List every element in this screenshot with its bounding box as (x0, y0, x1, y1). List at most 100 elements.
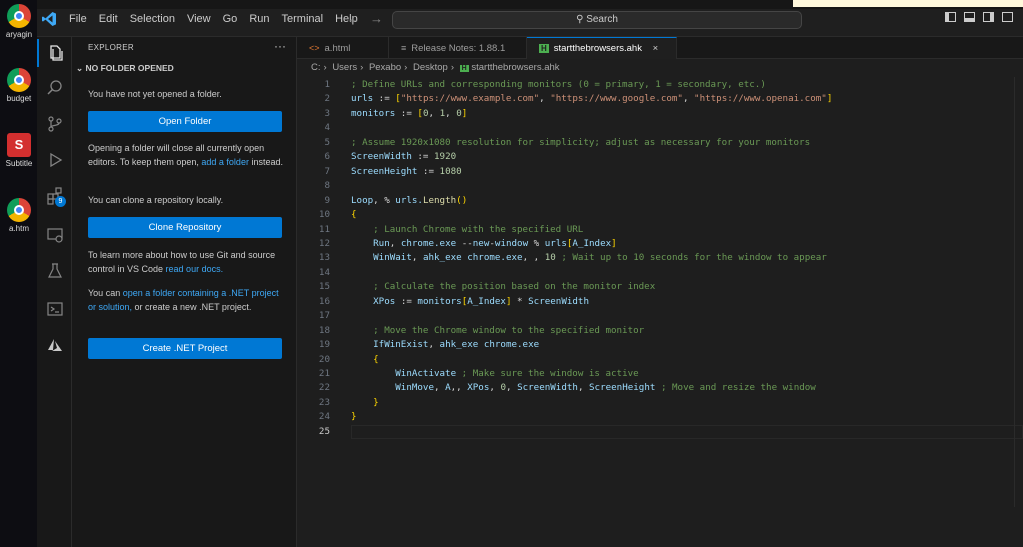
code-line[interactable]: IfWinExist, ahk_exe chrome.exe (351, 339, 539, 350)
menu-go[interactable]: Go (217, 13, 244, 25)
desktop-icon-label: a.htm (8, 224, 29, 233)
desktop-icon-subtitle[interactable]: S Subtitle (2, 133, 36, 168)
menu-edit[interactable]: Edit (93, 13, 124, 25)
subtitle-app-icon: S (7, 133, 31, 157)
ahk-file-icon: H (539, 44, 549, 53)
line-number: 19 (318, 339, 330, 351)
code-line[interactable]: Loop, % urls.Length() (351, 195, 467, 206)
menu-run[interactable]: Run (243, 13, 275, 25)
breadcrumb-item[interactable]: startthebrowsers.ahk (471, 62, 559, 73)
terminal-icon[interactable] (37, 295, 72, 323)
desktop-icon-label: budget (6, 94, 32, 103)
azure-icon[interactable] (37, 331, 72, 359)
tab-label: Release Notes: 1.88.1 (411, 43, 506, 54)
line-number: 3 (324, 107, 330, 119)
search-icon[interactable] (37, 74, 72, 102)
line-number: 14 (318, 266, 330, 278)
menu-view[interactable]: View (181, 13, 217, 25)
code-line[interactable]: Run, chrome.exe --new-window % urls[A_In… (351, 238, 617, 249)
title-bar: File Edit Selection View Go Run Terminal… (37, 0, 1023, 37)
code-line[interactable]: monitors := [0, 1, 0] (351, 108, 467, 119)
more-actions-icon[interactable]: ··· (274, 39, 286, 53)
desktop-icon-label: aryagin (5, 30, 33, 39)
line-number: 8 (324, 180, 330, 192)
line-number: 6 (324, 151, 330, 163)
git-info-text: To learn more about how to use Git and s… (88, 248, 288, 276)
code-line[interactable]: ScreenHeight := 1080 (351, 166, 462, 177)
code-line[interactable]: } (351, 397, 379, 408)
command-search-box[interactable]: ⚲ Search (392, 11, 802, 29)
close-editors-text: Opening a folder will close all currentl… (88, 141, 288, 169)
chrome-icon (7, 4, 31, 28)
code-line[interactable]: { (351, 354, 379, 365)
close-text-suffix: instead. (248, 157, 283, 167)
open-folder-button[interactable]: Open Folder (88, 111, 282, 132)
breadcrumb: C: › Users › Pexabo › Desktop › H startthebr… (311, 62, 560, 73)
menu-bar: File Edit Selection View Go Run Terminal… (63, 13, 364, 25)
code-line[interactable]: } (351, 411, 357, 422)
dotnet-text-prefix: You can (88, 288, 123, 298)
line-number: 20 (318, 353, 330, 365)
back-arrow-icon[interactable]: ← (347, 11, 360, 26)
line-number: 23 (318, 396, 330, 408)
source-control-icon[interactable] (37, 110, 72, 138)
desktop-icon-aryagin[interactable]: aryagin (2, 4, 36, 39)
document-icon: ≡ (401, 43, 407, 53)
tab-startthebrowsers-ahk[interactable]: Hstartthebrowsers.ahk × (527, 37, 677, 59)
create-dotnet-project-button[interactable]: Create .NET Project (88, 338, 282, 359)
remote-explorer-icon[interactable] (37, 221, 72, 249)
read-docs-link[interactable]: read our docs. (166, 264, 224, 274)
code-line[interactable]: ScreenWidth := 1920 (351, 151, 456, 162)
code-line[interactable]: { (351, 209, 357, 220)
line-number: 4 (324, 122, 330, 134)
testing-icon[interactable] (37, 257, 72, 285)
line-number: 5 (324, 136, 330, 148)
extensions-badge: 9 (55, 196, 66, 207)
menu-file[interactable]: File (63, 13, 93, 25)
section-title: NO FOLDER OPENED (85, 63, 174, 73)
toggle-sidebar-icon[interactable] (945, 12, 956, 22)
editor-scrollbar[interactable] (1014, 77, 1023, 507)
code-line[interactable]: ; Launch Chrome with the specified URL (351, 224, 583, 235)
desktop-icon-label: Subtitle (5, 159, 33, 168)
tab-a-html[interactable]: <> a.html (297, 37, 389, 59)
tab-release-notes[interactable]: ≡ Release Notes: 1.88.1 (389, 37, 527, 59)
breadcrumb-item[interactable]: Pexabo (369, 62, 401, 73)
code-line[interactable]: XPos := monitors[A_Index] * ScreenWidth (351, 296, 589, 307)
code-line[interactable]: WinMove, A,, XPos, 0, ScreenWidth, Scree… (351, 382, 816, 393)
customize-layout-icon[interactable] (1002, 12, 1013, 22)
run-and-debug-icon[interactable] (37, 146, 72, 174)
toggle-secondary-sidebar-icon[interactable] (983, 12, 994, 22)
desktop-icon-ahtml[interactable]: a.htm (2, 198, 36, 233)
breadcrumb-item[interactable]: C: (311, 62, 321, 73)
clone-repository-button[interactable]: Clone Repository (88, 217, 282, 238)
add-folder-link[interactable]: add a folder (201, 157, 249, 167)
no-folder-section-header[interactable]: ⌄ NO FOLDER OPENED (76, 63, 174, 74)
code-line[interactable]: ; Calculate the position based on the mo… (351, 281, 655, 292)
menu-selection[interactable]: Selection (124, 13, 181, 25)
search-icon: ⚲ (576, 14, 584, 25)
explorer-sidebar: EXPLORER ··· ⌄ NO FOLDER OPENED You have… (72, 37, 297, 547)
breadcrumb-item[interactable]: Desktop (413, 62, 448, 73)
close-icon[interactable]: × (653, 43, 659, 54)
desktop-icon-budget[interactable]: budget (2, 68, 36, 103)
desktop-strip: aryagin budget S Subtitle a.htm (0, 0, 37, 547)
activity-bar: 9 (37, 37, 72, 547)
menu-terminal[interactable]: Terminal (276, 13, 330, 25)
code-line[interactable]: WinActivate ; Make sure the window is ac… (351, 368, 638, 379)
code-line[interactable]: WinWait, ahk_exe chrome.exe, , 10 ; Wait… (351, 252, 827, 263)
code-line[interactable]: ; Define URLs and corresponding monitors… (351, 79, 766, 90)
forward-arrow-icon[interactable]: → (370, 11, 383, 26)
code-editor[interactable]: 1 ; Define URLs and corresponding monitor… (297, 77, 1023, 547)
nav-arrows: ← → (347, 11, 393, 26)
code-line[interactable]: ; Move the Chrome window to the specifie… (351, 325, 644, 336)
chevron-right-icon: › (323, 62, 327, 73)
breadcrumb-item[interactable]: Users (332, 62, 357, 73)
explorer-icon[interactable] (37, 39, 72, 67)
code-line[interactable]: ; Assume 1920x1080 resolution for simpli… (351, 137, 810, 148)
extensions-icon[interactable]: 9 (37, 182, 72, 210)
chevron-right-icon: › (360, 62, 364, 73)
code-line[interactable]: urls := ["https://www.example.com", "htt… (351, 93, 832, 104)
toggle-panel-icon[interactable] (964, 12, 975, 22)
top-strip (37, 0, 1023, 9)
